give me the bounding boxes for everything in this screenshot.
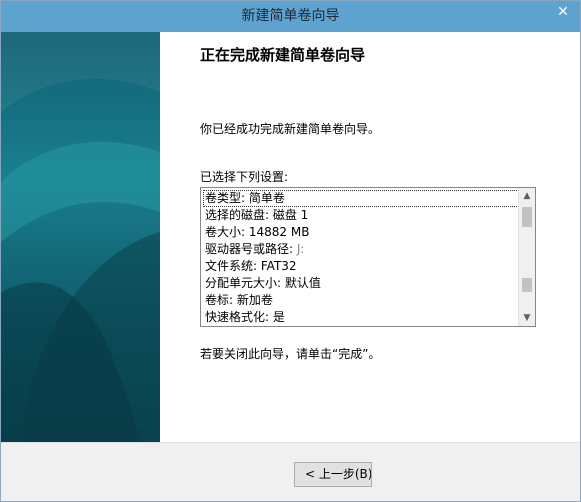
setting-value: J: bbox=[296, 242, 305, 256]
scroll-thumb[interactable] bbox=[522, 207, 532, 227]
wizard-window: 新建简单卷向导 ✕ 正在完成新建简单卷向导 你已经成功完成新建简单卷向导。 已选… bbox=[0, 0, 581, 502]
list-item[interactable]: 卷类型: 简单卷 bbox=[203, 190, 519, 207]
setting-label: 卷标: bbox=[205, 293, 237, 307]
back-button[interactable]: < 上一步(B) bbox=[294, 462, 372, 487]
settings-scrollbar[interactable]: ▲ ▼ bbox=[518, 188, 535, 326]
settings-list-label: 已选择下列设置: bbox=[200, 170, 289, 184]
page-heading: 正在完成新建简单卷向导 bbox=[200, 46, 366, 64]
setting-label: 卷类型: bbox=[205, 191, 249, 205]
setting-value: 简单卷 bbox=[248, 191, 285, 205]
list-item[interactable]: 分配单元大小: 默认值 bbox=[203, 275, 519, 292]
setting-label: 分配单元大小: bbox=[205, 276, 285, 290]
list-item[interactable]: 快速格式化: 是 bbox=[203, 309, 519, 326]
wizard-footer: < 上一步(B) bbox=[1, 442, 580, 501]
settings-list-items: 卷类型: 简单卷 选择的磁盘: 磁盘 1 卷大小: 14882 MB 驱动器号或路径:… bbox=[203, 190, 519, 326]
setting-value: 默认值 bbox=[284, 276, 321, 290]
close-button[interactable]: ✕ bbox=[548, 1, 578, 23]
setting-value: FAT32 bbox=[260, 259, 297, 273]
scroll-up-arrow-icon[interactable]: ▲ bbox=[519, 188, 535, 204]
setting-label: 驱动器号或路径: bbox=[205, 242, 297, 256]
list-item[interactable]: 文件系统: FAT32 bbox=[203, 258, 519, 275]
list-item[interactable]: 驱动器号或路径: J: bbox=[203, 241, 519, 258]
settings-list[interactable]: 卷类型: 简单卷 选择的磁盘: 磁盘 1 卷大小: 14882 MB 驱动器号或路径:… bbox=[200, 187, 536, 327]
window-title: 新建简单卷向导 bbox=[241, 8, 340, 24]
list-item[interactable]: 选择的磁盘: 磁盘 1 bbox=[203, 207, 519, 224]
setting-value: 磁盘 1 bbox=[272, 208, 309, 222]
title-bar: 新建简单卷向导 ✕ bbox=[1, 1, 580, 32]
closing-instruction: 若要关闭此向导，请单击“完成”。 bbox=[200, 347, 381, 361]
setting-label: 选择的磁盘: bbox=[205, 208, 273, 222]
setting-label: 卷大小: bbox=[205, 225, 249, 239]
completion-message: 你已经成功完成新建简单卷向导。 bbox=[200, 122, 381, 136]
list-item[interactable]: 卷大小: 14882 MB bbox=[203, 224, 519, 241]
setting-value: 是 bbox=[272, 310, 285, 324]
banner-decoration bbox=[1, 32, 160, 442]
setting-label: 文件系统: bbox=[205, 259, 261, 273]
setting-value: 14882 MB bbox=[248, 225, 310, 239]
setting-label: 快速格式化: bbox=[205, 310, 273, 324]
wizard-side-banner bbox=[1, 32, 160, 442]
list-item[interactable]: 卷标: 新加卷 bbox=[203, 292, 519, 309]
setting-value: 新加卷 bbox=[236, 293, 273, 307]
scroll-down-arrow-icon[interactable]: ▼ bbox=[519, 310, 535, 326]
scroll-thumb-lower[interactable] bbox=[522, 278, 532, 292]
wizard-content: 正在完成新建简单卷向导 你已经成功完成新建简单卷向导。 已选择下列设置: 卷类型… bbox=[160, 32, 580, 442]
